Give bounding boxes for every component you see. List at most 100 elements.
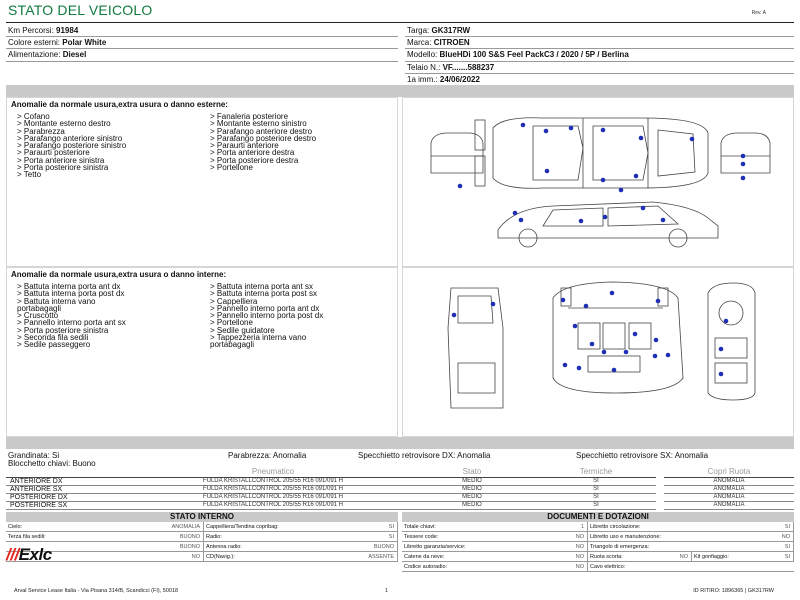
km-value: 91984 [56,26,79,35]
table-row: ANTERIORE DX FULDA KRISTALLCONTROL 205/5… [6,477,794,486]
tyre-position: POSTERIORE SX [6,501,138,510]
tyre-model: FULDA KRISTALLCONTROL 205/55 R16 091/091… [138,485,408,494]
stato-interno-title: STATO INTERNO [6,512,398,522]
vehicle-info-left: Km Percorsi: 91984 Colore esterni: Polar… [6,25,398,62]
damage-dot [718,371,724,377]
damage-dot [562,362,568,368]
documenti-grid: Totale chiavi: 1 Libretto circolazione: … [402,522,794,572]
damage-dot [660,217,666,223]
parabrezza-status: Parabrezza: Anomalia [228,451,307,460]
damage-dot [457,183,463,189]
footer-company: Arval Service Lease Italia - Via Pisana … [14,588,179,594]
documento-value: NO [402,542,588,552]
damage-dot [578,218,584,224]
damage-dot [740,153,746,159]
damage-dot [632,331,638,337]
table-row: Catene da neve: NO Ruota scorta: NO Kit … [402,552,794,562]
car-interior-icon [447,281,756,409]
documento-value: NO [402,552,588,562]
damage-dot [665,352,671,358]
stato-value: BUONO [204,542,398,552]
tyres-col-pneumatico: Pneumatico [138,467,408,478]
damage-dot-group [451,290,729,377]
telaio-label: Telaio N.: [407,62,441,72]
stato-value: ASSENTE [204,552,398,562]
stato-value: BUONO [6,532,204,542]
damage-dot [600,177,606,183]
targa-label: Targa: [407,26,430,35]
modello-value: BlueHDi 100 S&S Feel PackC3 / 2020 / 5P … [439,50,629,60]
tyre-model: FULDA KRISTALLCONTROL 205/55 R16 091/091… [138,493,408,502]
tyre-copri-ruota: ANOMALIA [664,485,794,494]
tyre-stato: MEDIO [408,485,536,494]
damage-dot [520,122,526,128]
damage-dot [589,341,595,347]
damage-dot [633,173,639,179]
damage-dot [543,128,549,134]
damage-dot [638,135,644,141]
table-row: POSTERIORE SX FULDA KRISTALLCONTROL 205/… [6,501,794,510]
table-row: Libretto garanzia/service: NO Triangolo … [402,542,794,552]
modello-row: Modello: BlueHDi 100 S&S Feel PackC3 / 2… [405,49,794,62]
km-label: Km Percorsi: [8,26,54,35]
colore-label: Colore esterni: [8,38,61,48]
list-item: > Tetto [17,170,42,180]
table-row: ANTERIORE SX FULDA KRISTALLCONTROL 205/5… [6,485,794,494]
damage-dot [655,298,661,304]
colore-value: Polar White [62,38,107,48]
documento-label: Cavo elettrico: [590,564,626,570]
immatricolazione-value: 24/06/2022 [439,74,480,84]
table-row: POSTERIORE DX FULDA KRISTALLCONTROL 205/… [6,493,794,502]
km-row: Km Percorsi: 91984 [6,25,398,38]
list-item: > Sedile passeggero [17,340,91,350]
damage-dot [600,127,606,133]
tyres-col-stato: Stato [408,467,536,478]
tyre-termiche: SI [536,477,656,486]
tyre-stato: MEDIO [408,477,536,486]
documento-value: SI [588,522,794,532]
alimentazione-value: Diesel [62,50,87,60]
damage-dot [740,161,746,167]
documento-value: SI [692,552,794,562]
vehicle-info-right: Targa: GK317RW Marca: CITROEN Modello: B… [405,25,794,86]
damage-dot [560,297,566,303]
table-row: Codice autoradio: NO Cavo elettrico: [402,562,794,572]
tyre-termiche: SI [536,501,656,510]
table-row: Terza fila sedili: BUONO Radio: SI [6,532,398,542]
damage-dot [544,168,550,174]
exterior-damage-list-1: > Cofano > Montante esterno destro > Par… [17,112,126,180]
damage-dot [740,175,746,181]
section-band-top [6,85,794,97]
marca-row: Marca: CITROEN [405,37,794,50]
tyres-table: Pneumatico Stato Termiche Copri Ruota AN… [6,467,794,510]
damage-dot [640,205,646,211]
tyre-copri-ruota: ANOMALIA [664,501,794,510]
alimentazione-row: Alimentazione: Diesel [6,49,398,62]
table-row: Tessere code: NO Libretto uso e manutenz… [402,532,794,542]
documento-value: NO [588,532,794,542]
tyre-position: ANTERIORE DX [6,477,138,486]
damage-dot [568,125,574,131]
tyres-col-position [6,467,138,478]
logo-bars: /// [6,545,19,564]
targa-value: GK317RW [431,26,470,35]
interior-damage-list-2: > Battuta interna porta ant sx > Battuta… [210,282,323,349]
documento-value: SI [588,542,794,552]
stato-value: ANOMALIA [6,522,204,532]
table-row: Cielo: ANOMALIA Cappelliera/Tendina copr… [6,522,398,532]
specchietto-sx-status: Specchietto retrovisore SX: Anomalia [576,451,709,460]
tyre-stato: MEDIO [408,501,536,510]
immatricolazione-label: 1a imm.: [407,74,438,84]
tyre-position: POSTERIORE DX [6,493,138,502]
interior-damage-list-1: > Battuta interna porta ant dx > Battuta… [17,282,126,350]
stato-value: SI [204,532,398,542]
documento-value: NO [402,562,588,572]
targa-row: Targa: GK317RW [405,25,794,38]
table-row: Totale chiavi: 1 Libretto circolazione: … [402,522,794,532]
documento-value: NO [588,552,692,562]
telaio-row: Telaio N.: VF.......588237 [405,62,794,74]
table-row: NO CD(Navig.): ASSENTE [6,552,398,562]
documenti-title: DOCUMENTI E DOTAZIONI [402,512,794,522]
list-item: > Portellone [210,163,253,173]
exterior-diagram-panel [402,97,794,267]
